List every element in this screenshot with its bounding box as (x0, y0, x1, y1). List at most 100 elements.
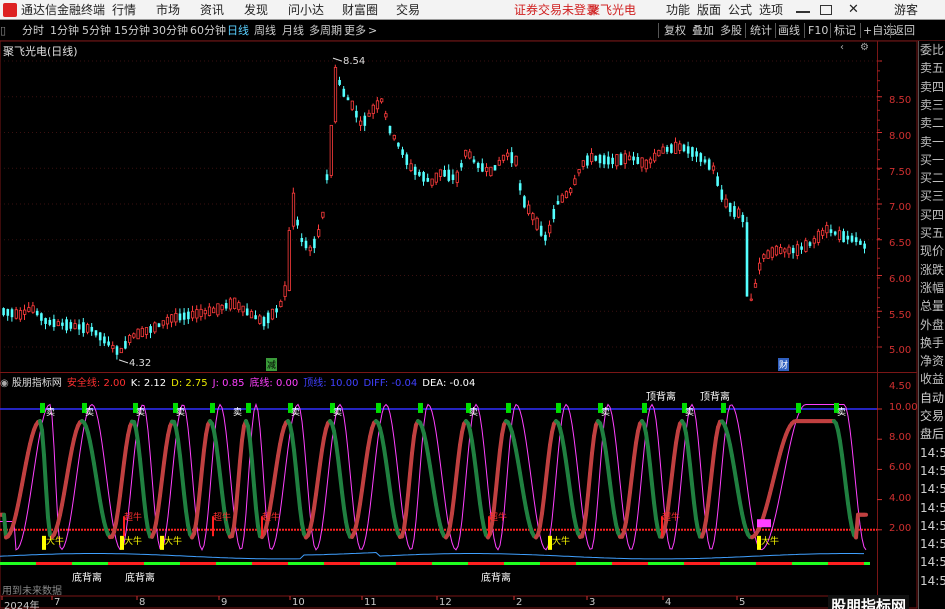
super-bull-label: 超牛 (124, 513, 143, 524)
event-mark-reduce: 减 (266, 358, 278, 371)
info-row[interactable]: 委比 (920, 41, 944, 59)
tool-adjust[interactable]: 复权 (664, 20, 686, 41)
tool-back[interactable]: 返回 (893, 20, 915, 41)
tool-f10[interactable]: F10 (808, 20, 828, 41)
period-60min[interactable]: 60分钟 (190, 20, 226, 41)
chevron-right-icon[interactable]: > (368, 20, 377, 41)
period-toolbar: ▯ 分时 1分钟 5分钟 15分钟 30分钟 60分钟 日线 周线 月线 多周期… (0, 20, 945, 41)
indicator-value-number: 2.75 (182, 378, 208, 389)
info-row[interactable]: 收益 (920, 370, 944, 388)
indicator-value: J: 0.85 (213, 378, 245, 389)
price-axis-label: 5.00 (889, 345, 912, 357)
period-5min[interactable]: 5分钟 (82, 20, 111, 41)
sell-label: 卖 (469, 408, 479, 419)
info-row[interactable]: 买三 (920, 187, 944, 205)
menu-quotes[interactable]: 行情 (112, 0, 136, 20)
period-weekly[interactable]: 周线 (254, 20, 276, 41)
indicator-value: DIFF: -0.04 (363, 378, 417, 389)
date-axis-label: 2024年 (4, 601, 40, 609)
date-axis-label: 4 (665, 597, 672, 608)
menu-market[interactable]: 市场 (156, 0, 180, 20)
info-row[interactable]: 净资 (920, 352, 944, 370)
info-row[interactable]: 自动 (920, 389, 944, 407)
menu-options[interactable]: 选项 (759, 0, 783, 20)
menu-discover[interactable]: 发现 (244, 0, 268, 20)
tool-multi-stock[interactable]: 多股 (720, 20, 742, 41)
bull-label: 大牛 (124, 536, 143, 547)
period-1min[interactable]: 1分钟 (50, 20, 79, 41)
toolbar-nav-icon[interactable]: ▯ (0, 20, 6, 41)
indicator-header: ◉ 股朋指标网 安全线: 2.00 K: 2.12 D: 2.75 J: 0.85 底线:… (0, 374, 475, 389)
date-axis-label: 5 (739, 597, 746, 608)
sell-label: 卖 (333, 408, 343, 419)
period-monthly[interactable]: 月线 (282, 20, 304, 41)
info-row[interactable]: 换手 (920, 334, 944, 352)
chart-area[interactable]: 8.50 8.00 7.50 7.00 6.50 6.00 5.50 5.00 4.50 8.54… (0, 41, 918, 609)
login-notice[interactable]: 证券交易未登录 (514, 0, 598, 20)
period-multi[interactable]: 多周期 (309, 20, 342, 41)
info-row: 14:56 (920, 537, 945, 552)
indicator-value-label: 底线: (249, 378, 273, 389)
tool-stats[interactable]: 统计 (750, 20, 772, 41)
menu-trade[interactable]: 交易 (396, 0, 420, 20)
indicator-eye-icon[interactable]: ◉ (0, 378, 12, 389)
info-row: 14:56 (920, 445, 945, 460)
user-label[interactable]: 游客 (894, 0, 918, 20)
info-row: 14:56 (920, 463, 945, 478)
period-intraday[interactable]: 分时 (22, 20, 44, 41)
indicator-value-label: K: (130, 378, 141, 389)
tool-overlay[interactable]: 叠加 (692, 20, 714, 41)
menu-layout[interactable]: 版面 (697, 0, 721, 20)
sell-label: 卖 (233, 408, 243, 419)
info-row[interactable]: 涨跌 (920, 261, 944, 279)
info-row[interactable]: 总量 (920, 297, 944, 315)
sell-label: 卖 (46, 408, 56, 419)
menu-function[interactable]: 功能 (666, 0, 690, 20)
price-axis-label: 8.50 (889, 95, 912, 106)
info-row[interactable]: 涨幅 (920, 279, 944, 297)
info-row[interactable]: 卖五 (920, 59, 944, 77)
settings-icon[interactable]: ⚙ (860, 42, 869, 53)
info-row[interactable]: 卖一 (920, 133, 944, 151)
info-row[interactable]: 卖四 (920, 78, 944, 96)
indicator-value-number: 2.12 (140, 378, 167, 389)
info-row[interactable]: 卖三 (920, 96, 944, 114)
tool-draw[interactable]: 画线 (778, 20, 800, 41)
bull-label: 大牛 (46, 536, 65, 547)
info-row[interactable]: 现价 (920, 242, 944, 260)
period-15min[interactable]: 15分钟 (114, 20, 150, 41)
info-row[interactable]: 买四 (920, 206, 944, 224)
indicator-name[interactable]: 股朋指标网 (12, 378, 62, 389)
maximize-icon[interactable] (820, 5, 832, 15)
info-row: 14:56 (920, 518, 945, 533)
menu-ask[interactable]: 问小达 (288, 0, 324, 20)
info-row[interactable]: 交易 (920, 407, 944, 425)
bottom-divergence-label: 底背离 (481, 573, 511, 584)
minimize-icon[interactable] (796, 11, 810, 13)
min-price-label: 4.32 (129, 357, 152, 369)
info-row[interactable]: 买一 (920, 151, 944, 169)
info-row: 14:56 (920, 573, 945, 588)
info-row[interactable]: 卖二 (920, 114, 944, 132)
period-30min[interactable]: 30分钟 (152, 20, 188, 41)
indicator-value-number: -0.04 (388, 378, 418, 389)
info-row[interactable]: 外盘 (920, 316, 944, 334)
info-row[interactable]: 买五 (920, 224, 944, 242)
period-more[interactable]: 更多 (344, 20, 366, 41)
menu-news[interactable]: 资讯 (200, 0, 224, 20)
collapse-icon[interactable]: ‹ (840, 42, 844, 53)
period-daily[interactable]: 日线 (227, 20, 249, 41)
date-axis-label: 10 (292, 597, 305, 608)
indicator-value-number: 10.00 (326, 378, 359, 389)
indicator-value-label: 顶线: (303, 378, 327, 389)
menu-wealth[interactable]: 财富圈 (342, 0, 378, 20)
date-axis-label: 12 (439, 597, 452, 608)
tool-mark[interactable]: 标记 (834, 20, 856, 41)
app-title: 通达信金融终端 (21, 3, 106, 17)
info-row[interactable]: 买二 (920, 169, 944, 187)
price-axis-label: 6.00 (889, 273, 912, 285)
menu-formula[interactable]: 公式 (728, 0, 752, 20)
indicator-value: K: 2.12 (131, 378, 166, 389)
close-icon[interactable]: ✕ (848, 0, 859, 20)
indicator-axis-label: 8.00 (889, 432, 912, 444)
